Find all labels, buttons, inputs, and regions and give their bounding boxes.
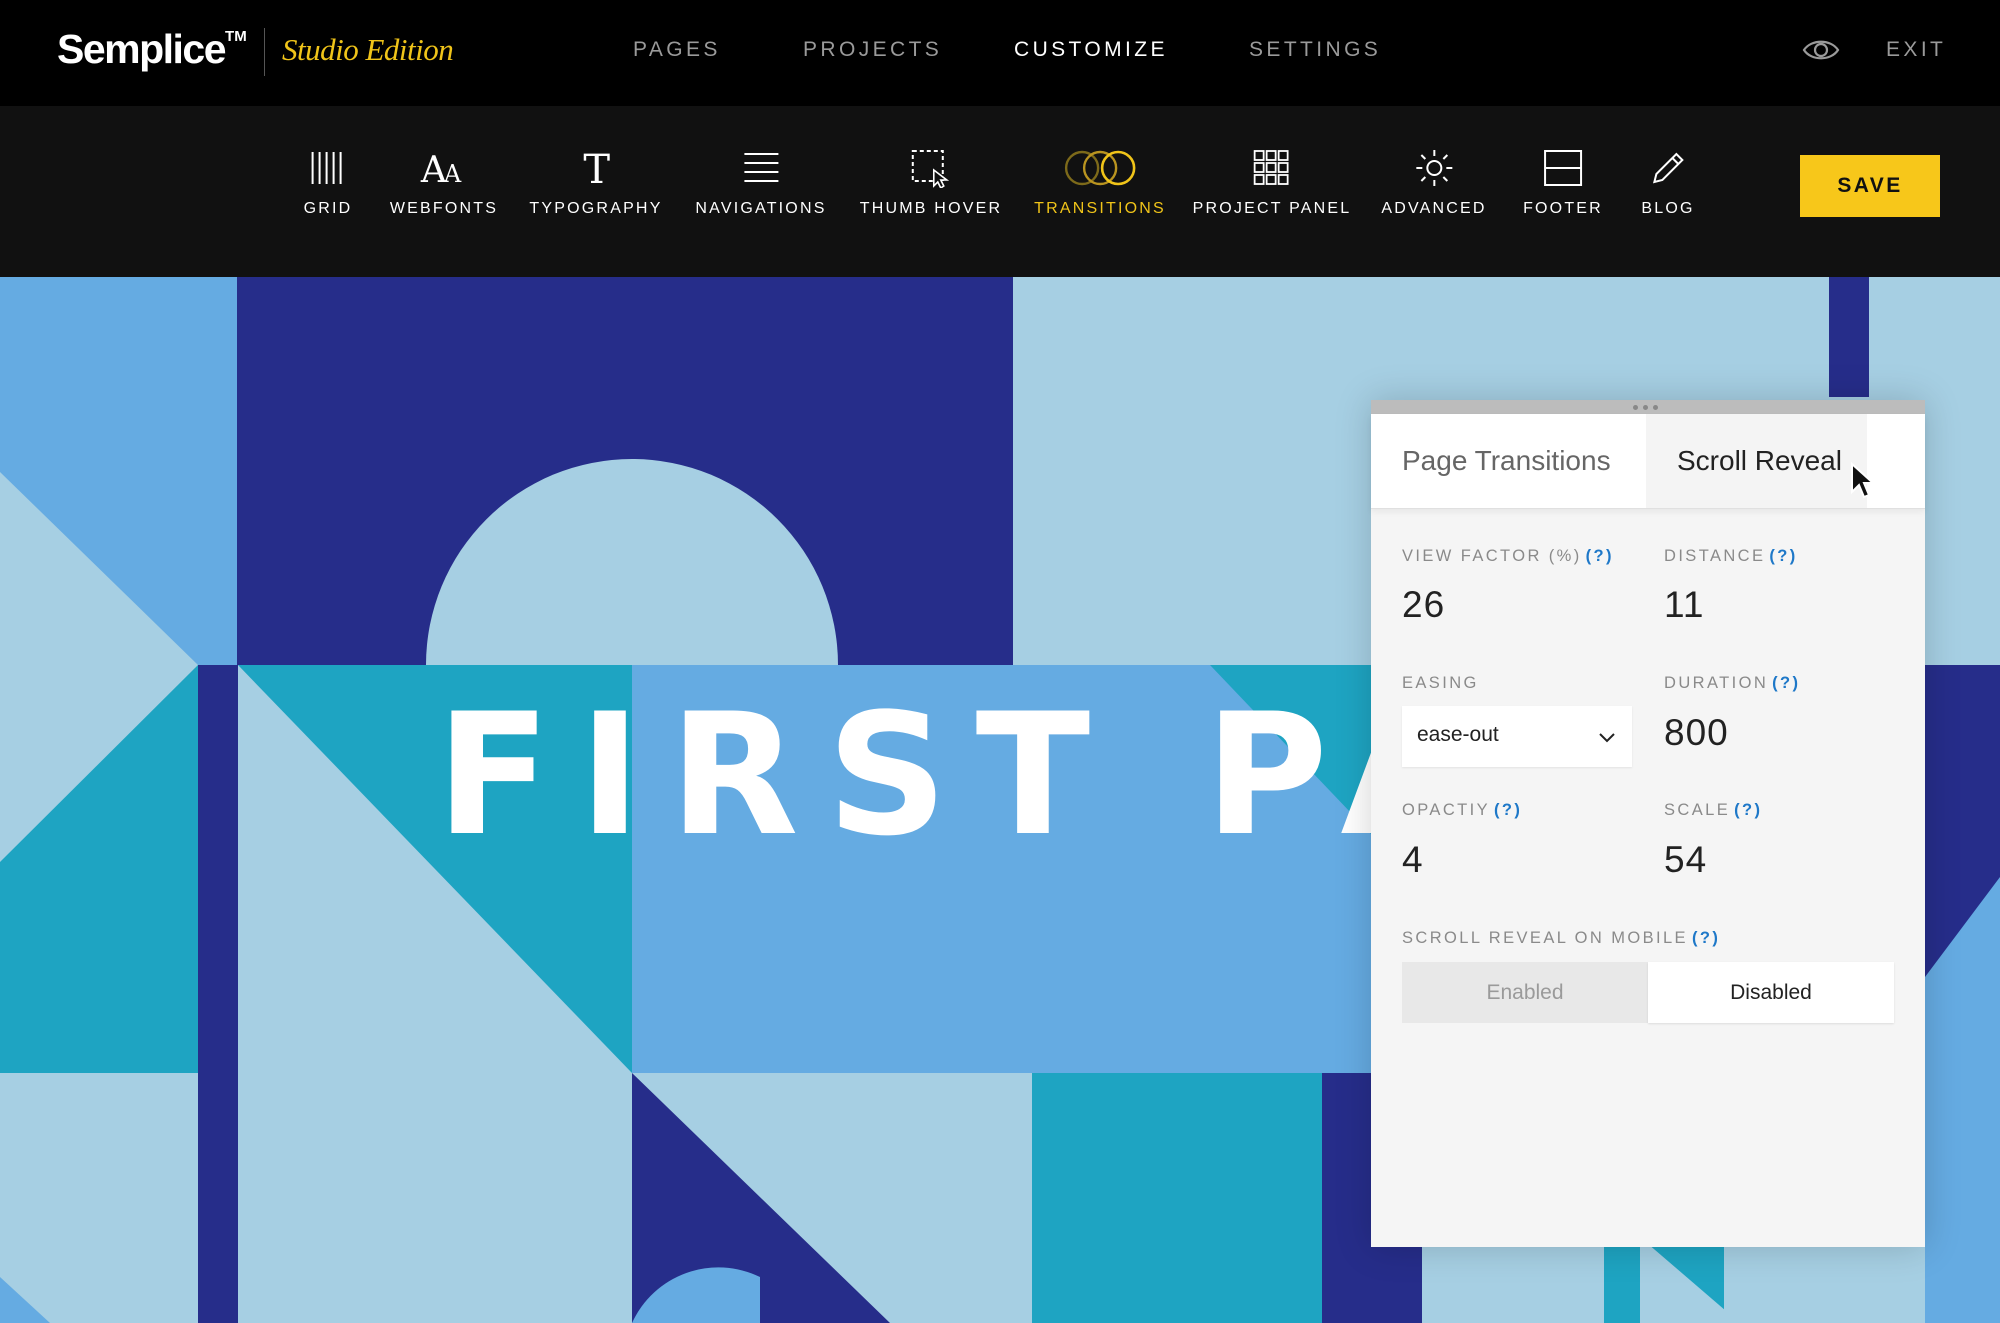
tool-transitions[interactable]: TRANSITIONS bbox=[1034, 148, 1166, 238]
footer-icon bbox=[1544, 150, 1582, 186]
tool-label: NAVIGATIONS bbox=[695, 200, 827, 217]
help-icon[interactable]: (?) bbox=[1769, 547, 1797, 565]
studio-edition-label: Studio Edition bbox=[282, 32, 454, 67]
chevron-down-icon bbox=[1599, 733, 1615, 743]
tool-label: BLOG bbox=[1641, 200, 1695, 217]
logo-text: Semplice bbox=[57, 26, 227, 72]
help-icon[interactable]: (?) bbox=[1692, 929, 1720, 947]
top-bar: SempliceTM Studio Edition PAGES PROJECTS… bbox=[0, 0, 2000, 106]
tool-label: WEBFONTS bbox=[389, 200, 499, 217]
svg-text:A: A bbox=[443, 160, 462, 188]
distance-value[interactable]: 11 bbox=[1664, 584, 1704, 626]
duration-value[interactable]: 800 bbox=[1664, 712, 1729, 754]
nav-customize[interactable]: CUSTOMIZE bbox=[1014, 38, 1168, 62]
pencil-icon bbox=[1652, 152, 1684, 184]
duration-label: DURATION (?) bbox=[1664, 674, 1801, 692]
nav-projects[interactable]: PROJECTS bbox=[803, 38, 942, 62]
transitions-panel: Page Transitions Scroll Reveal VIEW FACT… bbox=[1371, 400, 1925, 1247]
opacity-value[interactable]: 4 bbox=[1402, 839, 1424, 881]
panel-drag-handle[interactable] bbox=[1371, 400, 1925, 414]
typography-icon: T bbox=[583, 148, 610, 188]
opacity-label: OPACTIY (?) bbox=[1402, 801, 1523, 819]
thumb-hover-icon bbox=[912, 150, 950, 188]
tool-footer[interactable]: FOOTER bbox=[1523, 148, 1603, 238]
scroll-reveal-mobile-label: SCROLL REVEAL ON MOBILE (?) bbox=[1402, 929, 1721, 947]
tool-blog[interactable]: BLOG bbox=[1641, 148, 1694, 238]
tool-typography[interactable]: T TYPOGRAPHY bbox=[529, 148, 662, 238]
tool-project-panel[interactable]: PROJECT PANEL bbox=[1193, 148, 1352, 238]
easing-label: EASING bbox=[1402, 674, 1479, 692]
logo-divider bbox=[264, 28, 265, 76]
easing-selected-value: ease-out bbox=[1417, 723, 1499, 746]
webfonts-icon: AA bbox=[420, 150, 462, 188]
eye-icon[interactable] bbox=[1802, 36, 1840, 64]
tool-grid[interactable]: GRID bbox=[304, 148, 353, 238]
svg-text:T: T bbox=[583, 148, 610, 188]
semplice-logo: SempliceTM bbox=[57, 26, 247, 73]
tool-advanced[interactable]: ADVANCED bbox=[1381, 148, 1486, 238]
tab-scroll-reveal[interactable]: Scroll Reveal bbox=[1646, 414, 1867, 508]
nav-settings[interactable]: SETTINGS bbox=[1249, 38, 1381, 62]
project-panel-grid-icon bbox=[1254, 150, 1289, 185]
scale-label: SCALE (?) bbox=[1664, 801, 1763, 819]
mouse-cursor-icon bbox=[1851, 462, 1876, 499]
exit-button[interactable]: EXIT bbox=[1886, 38, 1946, 62]
tool-label: THUMB HOVER bbox=[859, 200, 1003, 217]
tool-thumb-hover[interactable]: THUMB HOVER bbox=[860, 148, 1002, 238]
nav-pages[interactable]: PAGES bbox=[633, 38, 721, 62]
tool-label: TYPOGRAPHY bbox=[529, 200, 663, 217]
view-factor-value[interactable]: 26 bbox=[1402, 584, 1445, 626]
help-icon[interactable]: (?) bbox=[1494, 801, 1522, 819]
transitions-circles-icon bbox=[1064, 150, 1136, 186]
tool-label: FOOTER bbox=[1523, 200, 1603, 217]
distance-label: DISTANCE (?) bbox=[1664, 547, 1798, 565]
help-icon[interactable]: (?) bbox=[1772, 674, 1800, 692]
logo-trademark: TM bbox=[225, 28, 247, 46]
navigation-lines-icon bbox=[744, 153, 778, 182]
help-icon[interactable]: (?) bbox=[1586, 547, 1614, 565]
save-button[interactable]: SAVE bbox=[1800, 155, 1940, 217]
sun-icon bbox=[1415, 150, 1452, 186]
view-factor-label: VIEW FACTOR (%) (?) bbox=[1402, 547, 1614, 565]
mobile-disabled-option[interactable]: Disabled bbox=[1648, 962, 1894, 1023]
tool-label: GRID bbox=[303, 200, 353, 217]
tool-navigations[interactable]: NAVIGATIONS bbox=[695, 148, 826, 238]
help-icon[interactable]: (?) bbox=[1734, 801, 1762, 819]
easing-select[interactable]: ease-out bbox=[1402, 706, 1632, 767]
panel-tabs: Page Transitions Scroll Reveal bbox=[1371, 414, 1925, 509]
mobile-enabled-option[interactable]: Enabled bbox=[1402, 962, 1648, 1023]
grid-lines-icon bbox=[312, 152, 342, 184]
tool-label: PROJECT PANEL bbox=[1192, 200, 1352, 217]
scale-value[interactable]: 54 bbox=[1664, 839, 1707, 881]
tool-label: TRANSITIONS bbox=[1034, 200, 1166, 217]
tool-webfonts[interactable]: AA WEBFONTS bbox=[390, 148, 498, 238]
tool-label: ADVANCED bbox=[1381, 200, 1487, 217]
tab-page-transitions[interactable]: Page Transitions bbox=[1371, 414, 1646, 508]
